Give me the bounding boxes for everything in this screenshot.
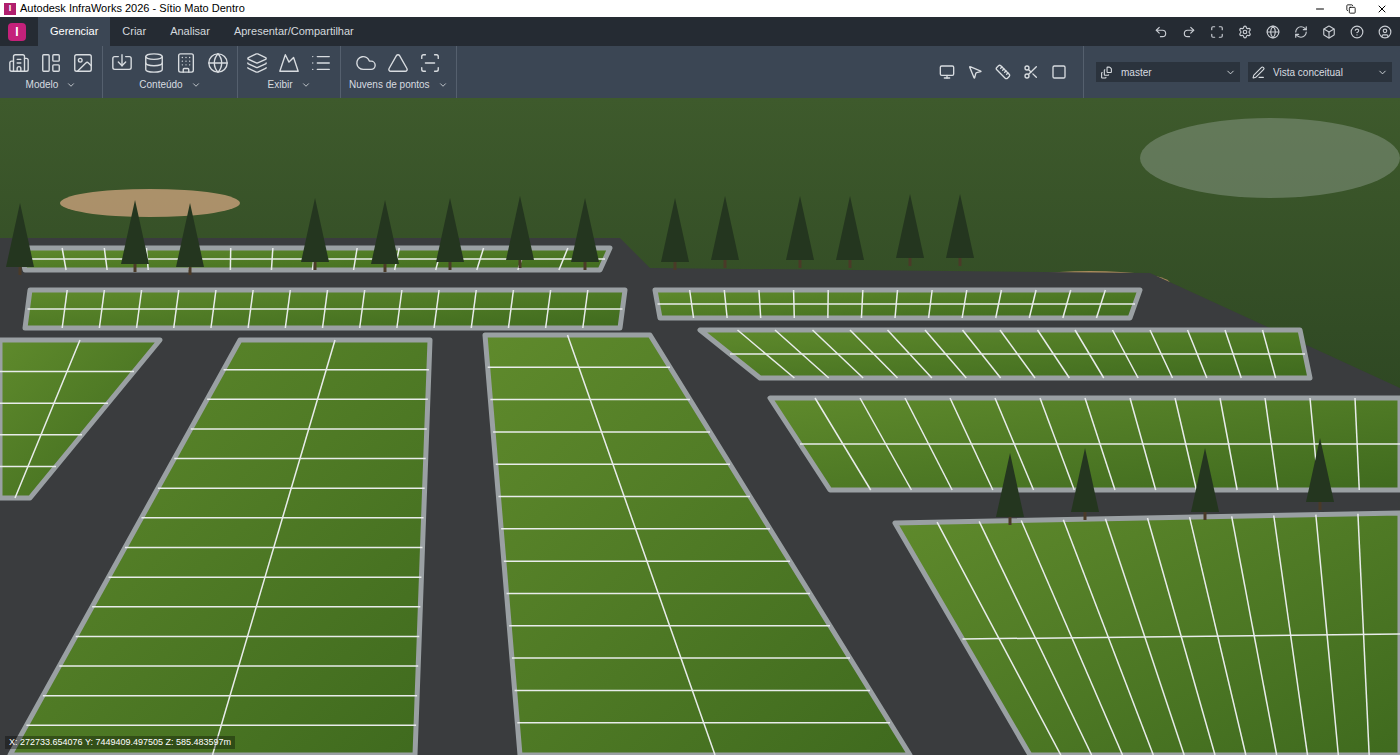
ribbon-group-label[interactable]: Nuvens de pontos xyxy=(349,77,448,92)
tree-icon xyxy=(946,194,974,266)
tree-icon xyxy=(506,196,534,268)
help-icon[interactable] xyxy=(1350,25,1364,39)
database-icon[interactable] xyxy=(143,52,165,74)
chevron-down-icon[interactable] xyxy=(438,80,448,90)
style-icon xyxy=(1252,66,1265,79)
minimize-icon[interactable] xyxy=(1314,3,1326,15)
import-icon[interactable] xyxy=(111,52,133,74)
visual-style-dropdown[interactable]: Vista conceitual xyxy=(1248,62,1392,82)
lot-block[interactable] xyxy=(25,290,625,328)
viewport[interactable]: X: 272733.654076 Y: 7449409.497505 Z: 58… xyxy=(0,98,1400,755)
tree-icon xyxy=(786,196,814,268)
ribbon-group-label[interactable]: Modelo xyxy=(26,77,77,92)
window-title: Autodesk InfraWorks 2026 - Sítio Mato De… xyxy=(20,3,1314,14)
lot-block[interactable] xyxy=(0,340,160,498)
app-logo: I xyxy=(4,3,16,15)
tree-icon xyxy=(6,203,34,275)
globe-icon[interactable] xyxy=(207,52,229,74)
tree-icon xyxy=(711,196,739,268)
tree-icon xyxy=(436,198,464,270)
undo-icon[interactable] xyxy=(1154,25,1168,39)
tools-icon[interactable] xyxy=(1023,64,1039,80)
chevron-down-icon[interactable] xyxy=(191,80,201,90)
chevron-down-icon[interactable] xyxy=(301,80,311,90)
layers-icon[interactable] xyxy=(246,52,268,74)
ribbon-tab[interactable]: Gerenciar xyxy=(38,17,110,46)
ribbon-group: Conteúdo xyxy=(103,46,238,98)
ribbon-tab[interactable]: Criar xyxy=(110,17,158,46)
title-bar: I Autodesk InfraWorks 2026 - Sítio Mato D… xyxy=(0,0,1400,17)
tree-icon xyxy=(836,196,864,268)
tree-icon xyxy=(176,203,204,275)
lot-block[interactable] xyxy=(700,330,1310,378)
chevron-down-icon[interactable] xyxy=(66,80,76,90)
list-icon[interactable] xyxy=(310,52,332,74)
ribbon-group: Exibir xyxy=(238,46,341,98)
coordinates-readout: X: 272733.654076 Y: 7449409.497505 Z: 58… xyxy=(5,736,235,750)
tree-icon xyxy=(371,200,399,272)
tree-icon xyxy=(896,194,924,266)
ribbon-tab[interactable]: Analisar xyxy=(158,17,222,46)
tab-bar: I GerenciarCriarAnalisarApresentar/Compar… xyxy=(0,17,1400,46)
tree-icon xyxy=(121,200,149,272)
tree-icon xyxy=(571,198,599,270)
measure-icon[interactable] xyxy=(995,64,1011,80)
triangle-icon[interactable] xyxy=(387,52,409,74)
tree-icon xyxy=(1071,448,1099,520)
tree-icon xyxy=(1306,438,1334,510)
chevron-down-icon xyxy=(1377,67,1388,78)
ribbon-group: Modelo xyxy=(0,46,103,98)
globe-icon[interactable] xyxy=(1266,25,1280,39)
panel-icon[interactable] xyxy=(1051,64,1067,80)
proposal-icon xyxy=(1100,66,1113,79)
tree-icon xyxy=(661,198,689,270)
tree-icon xyxy=(1191,448,1219,520)
ribbon: Modelo Conteúdo Exibir Nuvens de pontos mast… xyxy=(0,46,1400,98)
gear-icon[interactable] xyxy=(1238,25,1252,39)
app-window: I Autodesk InfraWorks 2026 - Sítio Mato D… xyxy=(0,0,1400,755)
user-icon[interactable] xyxy=(1378,25,1392,39)
select-icon[interactable] xyxy=(967,64,983,80)
ribbon-group: Nuvens de pontos xyxy=(341,46,457,98)
image-icon[interactable] xyxy=(72,52,94,74)
panel-icon[interactable] xyxy=(40,52,62,74)
ribbon-group-label[interactable]: Exibir xyxy=(267,77,310,92)
cloud-icon[interactable] xyxy=(355,52,377,74)
restore-icon[interactable] xyxy=(1346,4,1356,14)
chevron-down-icon xyxy=(1225,67,1236,78)
close-icon[interactable] xyxy=(1376,3,1388,15)
building-icon[interactable] xyxy=(175,52,197,74)
tree-icon xyxy=(301,198,329,270)
model-icon[interactable] xyxy=(8,52,30,74)
scan-icon[interactable] xyxy=(419,52,441,74)
ribbon-tab[interactable]: Apresentar/Compartilhar xyxy=(222,17,366,46)
monitor-icon[interactable] xyxy=(939,64,955,80)
ribbon-group-label[interactable]: Conteúdo xyxy=(139,77,200,92)
lot-block[interactable] xyxy=(895,513,1400,755)
viewport-scene[interactable] xyxy=(0,98,1400,755)
fit-icon[interactable] xyxy=(1210,25,1224,39)
sync-icon[interactable] xyxy=(1294,25,1308,39)
app-button[interactable]: I xyxy=(8,23,26,41)
lot-block[interactable] xyxy=(655,290,1140,318)
proposal-dropdown[interactable]: master xyxy=(1096,62,1240,82)
model-icon[interactable] xyxy=(1322,25,1336,39)
tree-icon xyxy=(996,453,1024,525)
terrain-icon[interactable] xyxy=(278,52,300,74)
redo-icon[interactable] xyxy=(1182,25,1196,39)
